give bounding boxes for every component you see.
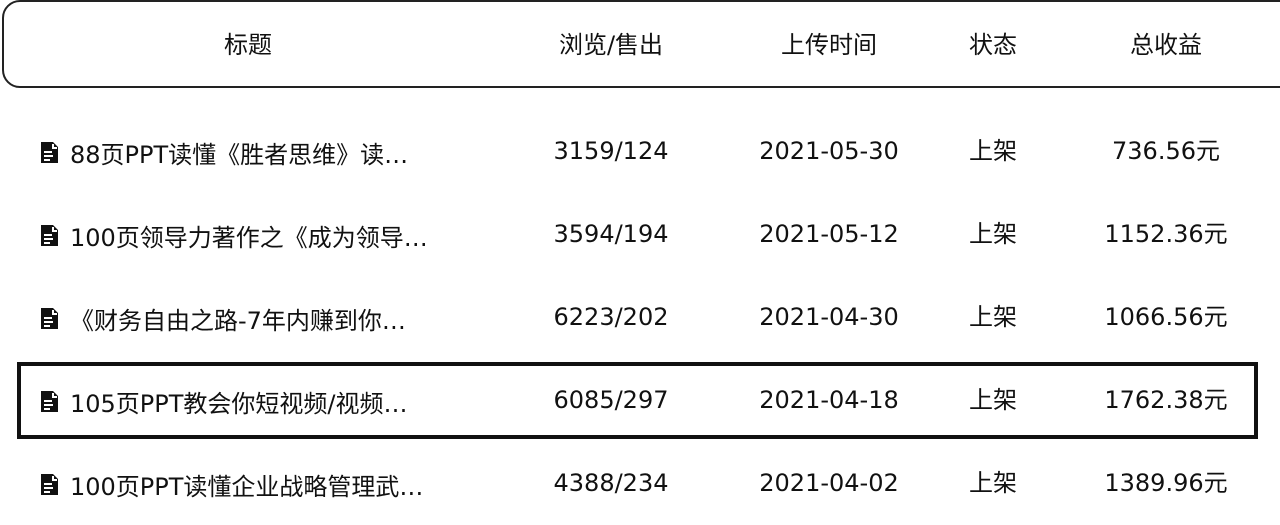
document-icon — [38, 141, 61, 164]
header-title: 标题 — [224, 31, 272, 59]
header-views-sales: 浏览/售出 — [558, 31, 664, 59]
row-title-text[interactable]: 100页PPT读懂企业战略管理武… — [70, 467, 423, 502]
row-title[interactable]: 88页PPT读懂《胜者思维》读… — [38, 135, 408, 170]
document-icon — [38, 224, 61, 247]
row-title[interactable]: 105页PPT教会你短视频/视频… — [38, 384, 408, 419]
row-upload-time: 2021-05-12 — [759, 220, 899, 248]
row-views-sales: 3159/124 — [553, 137, 669, 165]
document-icon — [38, 473, 61, 496]
row-views-sales: 3594/194 — [553, 220, 669, 248]
row-title-text[interactable]: 88页PPT读懂《胜者思维》读… — [70, 135, 408, 170]
document-icon — [38, 390, 61, 413]
table-row-selected[interactable]: 105页PPT教会你短视频/视频… 6085/297 2021-04-18 上架… — [0, 362, 1280, 442]
uploads-table: 标题 浏览/售出 上传时间 状态 总收益 88页PPT读懂《胜者思维》读… 31… — [0, 0, 1280, 514]
row-status: 上架 — [969, 137, 1017, 165]
row-title-text[interactable]: 105页PPT教会你短视频/视频… — [70, 384, 408, 419]
row-views-sales: 6085/297 — [553, 386, 669, 414]
row-upload-time: 2021-04-02 — [759, 469, 899, 497]
row-upload-time: 2021-05-30 — [759, 137, 899, 165]
row-status: 上架 — [969, 386, 1017, 414]
row-total-revenue: 736.56元 — [1112, 137, 1220, 165]
row-upload-time: 2021-04-30 — [759, 303, 899, 331]
table-row[interactable]: 100页领导力著作之《成为领导… 3594/194 2021-05-12 上架 … — [0, 196, 1280, 276]
row-title[interactable]: 《财务自由之路-7年内赚到你… — [38, 301, 406, 336]
document-icon — [38, 307, 61, 330]
header-status: 状态 — [969, 31, 1017, 59]
row-upload-time: 2021-04-18 — [759, 386, 899, 414]
row-status: 上架 — [969, 220, 1017, 248]
row-status: 上架 — [969, 303, 1017, 331]
row-total-revenue: 1389.96元 — [1104, 469, 1228, 497]
row-views-sales: 4388/234 — [553, 469, 669, 497]
row-views-sales: 6223/202 — [553, 303, 669, 331]
row-title-text[interactable]: 《财务自由之路-7年内赚到你… — [70, 301, 406, 336]
row-total-revenue: 1152.36元 — [1104, 220, 1228, 248]
row-status: 上架 — [969, 469, 1017, 497]
table-row[interactable]: 88页PPT读懂《胜者思维》读… 3159/124 2021-05-30 上架 … — [0, 113, 1280, 193]
row-title[interactable]: 100页PPT读懂企业战略管理武… — [38, 467, 423, 502]
row-title[interactable]: 100页领导力著作之《成为领导… — [38, 218, 428, 253]
row-title-text[interactable]: 100页领导力著作之《成为领导… — [70, 218, 428, 253]
row-total-revenue: 1762.38元 — [1104, 386, 1228, 414]
table-row[interactable]: 《财务自由之路-7年内赚到你… 6223/202 2021-04-30 上架 1… — [0, 279, 1280, 359]
header-upload-time: 上传时间 — [781, 31, 877, 59]
row-total-revenue: 1066.56元 — [1104, 303, 1228, 331]
table-row[interactable]: 100页PPT读懂企业战略管理武… 4388/234 2021-04-02 上架… — [0, 445, 1280, 525]
header-total-revenue: 总收益 — [1130, 31, 1202, 59]
